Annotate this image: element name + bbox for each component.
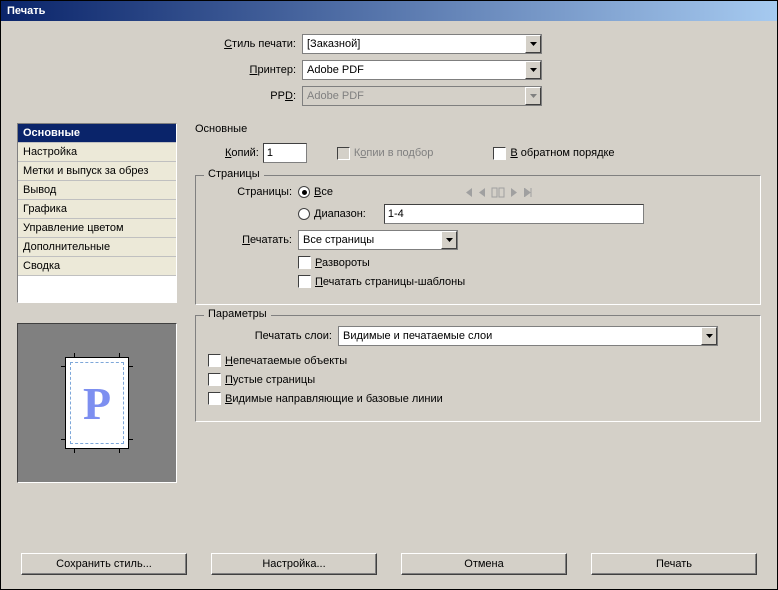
spreads-checkbox[interactable] [298, 256, 311, 269]
titlebar: Печать [1, 1, 777, 21]
next-page-icon[interactable] [511, 188, 518, 197]
nav-item-color[interactable]: Управление цветом [18, 219, 176, 238]
master-checkbox[interactable] [298, 275, 311, 288]
nav-item-marks[interactable]: Метки и выпуск за обрез [18, 162, 176, 181]
copies-input[interactable] [263, 143, 307, 163]
window-title: Печать [7, 5, 45, 17]
collate-checkbox [337, 147, 350, 160]
layers-dropdown[interactable]: Видимые и печатаемые слои [338, 326, 718, 346]
pages-range-label: Диапазон: [314, 208, 366, 220]
printer-label: Принтер: [207, 64, 302, 76]
chevron-down-icon [525, 61, 541, 79]
setup-button[interactable]: Настройка... [211, 553, 377, 575]
params-group: Параметры Печатать слои: Видимые и печат… [195, 315, 761, 422]
nonprint-checkbox[interactable] [208, 354, 221, 367]
dialog-buttons: Сохранить стиль... Настройка... Отмена П… [17, 545, 761, 579]
pages-all-radio[interactable] [298, 186, 310, 198]
spreads-label: Развороты [315, 257, 370, 269]
save-style-button[interactable]: Сохранить стиль... [21, 553, 187, 575]
print-button[interactable]: Печать [591, 553, 757, 575]
pages-range-input[interactable] [384, 204, 644, 224]
print-dialog: Печать ССтиль печати:тиль печати: [Заказ… [0, 0, 778, 590]
print-style-value: [Заказной] [303, 38, 525, 50]
nav-item-summary[interactable]: Сводка [18, 257, 176, 276]
layers-label: Печатать слои: [208, 330, 338, 342]
params-legend: Параметры [204, 308, 271, 320]
prev-page-icon[interactable] [478, 188, 485, 197]
pages-legend: Страницы [204, 168, 264, 180]
ppd-label: PPD: [207, 90, 302, 102]
nav-item-graphics[interactable]: Графика [18, 200, 176, 219]
cancel-button[interactable]: Отмена [401, 553, 567, 575]
layers-value: Видимые и печатаемые слои [339, 330, 701, 342]
nav-item-output[interactable]: Вывод [18, 181, 176, 200]
nav-item-advanced[interactable]: Дополнительные [18, 238, 176, 257]
blank-label: Пустые страницы [225, 374, 315, 386]
chevron-down-icon [525, 35, 541, 53]
ppd-value: Adobe PDF [303, 90, 525, 102]
preview-glyph: P [83, 377, 111, 430]
dialog-content: ССтиль печати:тиль печати: [Заказной] Пр… [1, 21, 777, 589]
preview-page: P [65, 357, 129, 449]
guides-checkbox[interactable] [208, 392, 221, 405]
nonprint-label: Непечатаемые объекты [225, 355, 347, 367]
section-title: Основные [195, 123, 761, 135]
chevron-down-icon [701, 327, 717, 345]
printer-dropdown[interactable]: Adobe PDF [302, 60, 542, 80]
print-sequence-label: Печатать: [208, 234, 298, 246]
page-preview: P [17, 323, 177, 483]
nav-item-setup[interactable]: Настройка [18, 143, 176, 162]
printer-value: Adobe PDF [303, 64, 525, 76]
collate-label: Копии в подбор [354, 147, 434, 159]
blank-checkbox[interactable] [208, 373, 221, 386]
top-settings: ССтиль печати:тиль печати: [Заказной] Пр… [207, 33, 761, 111]
pages-group: Страницы Страницы: Все [195, 175, 761, 305]
pages-label: Страницы: [208, 186, 298, 198]
guides-label: Видимые направляющие и базовые линии [225, 393, 443, 405]
chevron-down-icon [441, 231, 457, 249]
print-sequence-dropdown[interactable]: Все страницы [298, 230, 458, 250]
print-style-label: ССтиль печати:тиль печати: [207, 38, 302, 50]
print-style-dropdown[interactable]: [Заказной] [302, 34, 542, 54]
page-nav-icons [463, 187, 533, 198]
reverse-label: В обратном порядке [510, 147, 614, 159]
reverse-checkbox[interactable] [493, 147, 506, 160]
master-label: Печатать страницы-шаблоны [315, 276, 465, 288]
nav-item-general[interactable]: Основные [18, 124, 176, 143]
ppd-dropdown: Adobe PDF [302, 86, 542, 106]
pages-all-label: Все [314, 186, 333, 198]
chevron-down-icon [525, 87, 541, 105]
copies-label: Копий: [225, 147, 259, 159]
last-page-icon[interactable] [524, 188, 533, 197]
first-page-icon[interactable] [463, 188, 472, 197]
spread-icon[interactable] [491, 187, 505, 198]
section-nav: Основные Настройка Метки и выпуск за обр… [17, 123, 177, 303]
pages-range-radio[interactable] [298, 208, 310, 220]
print-sequence-value: Все страницы [299, 234, 441, 246]
